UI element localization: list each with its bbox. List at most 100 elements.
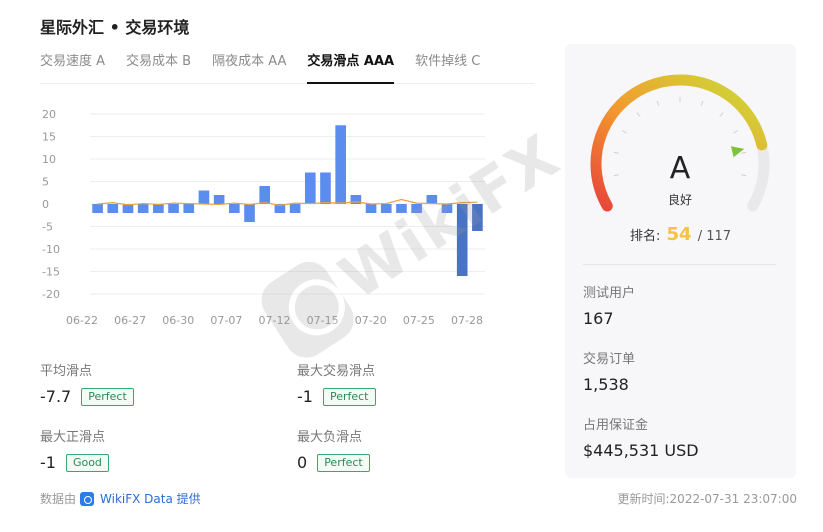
- metric-label: 最大负滑点: [297, 430, 363, 445]
- stat-label: 占用保证金: [583, 418, 649, 433]
- metric-label: 最大正滑点: [40, 430, 106, 445]
- stat-value: $445,531 USD: [583, 441, 699, 460]
- rank-total: / 117: [697, 229, 732, 244]
- y-tick-label: 0: [42, 198, 49, 211]
- x-tick-label: 07-20: [355, 314, 387, 327]
- rating-gauge: A 良好: [590, 74, 770, 212]
- bar: [213, 195, 225, 204]
- bar: [380, 204, 392, 213]
- y-tick-label: 5: [42, 176, 49, 189]
- status-badge: Perfect: [81, 387, 134, 406]
- x-tick-label: 06-22: [66, 314, 98, 327]
- rank-label: 排名:: [629, 229, 661, 244]
- stat-value: 167: [583, 309, 614, 328]
- stat-label: 交易订单: [583, 352, 636, 367]
- x-tick-label: 07-28: [451, 314, 483, 327]
- bar: [92, 204, 103, 213]
- metric-value: 0: [297, 453, 308, 472]
- bar: [411, 204, 422, 213]
- bar: [365, 204, 377, 213]
- metric-value: -7.7: [40, 387, 72, 406]
- bar: [244, 204, 255, 222]
- gauge-fill: [590, 74, 768, 212]
- status-badge: Perfect: [317, 453, 370, 472]
- gauge-tick: [700, 100, 704, 106]
- y-tick-label: 10: [42, 153, 56, 166]
- x-tick-label: 07-07: [210, 314, 242, 327]
- stat-value: 1,538: [583, 375, 629, 394]
- bar: [198, 190, 210, 204]
- metric-max-slippage: 最大交易滑点 -1 Perfect: [297, 360, 376, 406]
- tab-trade-speed[interactable]: 交易速度 A: [40, 52, 105, 84]
- rank-row: 排名: 54 / 117: [565, 224, 796, 245]
- gauge-tick: [621, 130, 627, 134]
- gauge-tick: [740, 151, 747, 154]
- metric-max-positive: 最大正滑点 -1 Good: [40, 426, 109, 472]
- bar: [259, 186, 271, 204]
- metric-value: -1: [40, 453, 56, 472]
- gauge-pointer-icon: [730, 146, 745, 158]
- bar: [168, 204, 179, 213]
- y-tick-label: -5: [42, 221, 53, 234]
- tab-overnight-cost[interactable]: 隔夜成本 AA: [212, 52, 286, 84]
- bar: [320, 172, 331, 204]
- page-title: 星际外汇 • 交易环境: [40, 18, 190, 37]
- metric-label: 平均滑点: [40, 364, 93, 379]
- metric-max-negative: 最大负滑点 0 Perfect: [297, 426, 370, 472]
- stat-label: 测试用户: [583, 286, 636, 301]
- status-badge: Good: [65, 453, 109, 472]
- bar: [107, 204, 119, 213]
- y-tick-label: -15: [42, 266, 60, 279]
- gauge-tick: [636, 112, 641, 117]
- tab-trade-cost[interactable]: 交易成本 B: [126, 52, 191, 84]
- stat-test-users: 测试用户 167: [583, 282, 635, 328]
- gauge-tick: [740, 174, 747, 177]
- gauge-tick: [719, 112, 724, 117]
- bar: [289, 204, 301, 213]
- grade-text: 良好: [668, 192, 692, 207]
- stat-orders: 交易订单 1,538: [583, 348, 635, 394]
- metric-avg-slippage: 平均滑点 -7.7 Perfect: [40, 360, 134, 406]
- bar: [335, 125, 346, 204]
- bar: [472, 204, 483, 231]
- x-tick-label: 07-15: [307, 314, 339, 327]
- bar: [426, 195, 438, 204]
- data-source: 数据由 WikiFX Data 提供: [40, 490, 201, 507]
- source-brand-link[interactable]: WikiFX Data 提供: [100, 490, 201, 507]
- rank-value: 54: [666, 224, 692, 245]
- x-tick-label: 07-25: [403, 314, 435, 327]
- tab-disconnect[interactable]: 软件掉线 C: [415, 52, 480, 84]
- bar: [456, 204, 468, 276]
- bar: [137, 204, 149, 213]
- gauge-tick: [613, 174, 620, 177]
- x-tick-label: 06-30: [162, 314, 194, 327]
- metric-value: -1: [297, 387, 313, 406]
- bar: [183, 204, 195, 213]
- tab-bar: 交易速度 A 交易成本 B 隔夜成本 AA 交易滑点 AAA 软件掉线 C: [40, 52, 534, 84]
- y-tick-label: 15: [42, 131, 56, 144]
- rating-card: A 良好 排名: 54 / 117 测试用户 167 交易订单 1,538 占用…: [565, 44, 796, 478]
- y-tick-label: -10: [42, 243, 60, 256]
- gauge-tick: [733, 130, 739, 134]
- bar: [229, 204, 240, 213]
- tab-slippage[interactable]: 交易滑点 AAA: [307, 52, 395, 84]
- y-tick-label: -20: [42, 288, 60, 301]
- gauge-tick: [613, 151, 620, 154]
- bar: [396, 204, 407, 213]
- source-prefix: 数据由: [40, 492, 77, 506]
- bar: [153, 204, 164, 213]
- stat-margin: 占用保证金 $445,531 USD: [583, 414, 699, 460]
- grade-letter: A: [670, 151, 691, 186]
- x-tick-label: 06-27: [114, 314, 146, 327]
- x-tick-label: 07-12: [259, 314, 291, 327]
- wikifx-logo-icon: [80, 491, 95, 506]
- gauge-tick: [656, 100, 660, 106]
- slippage-chart: 20 15 10 5 0 -5 -10 -15 -20 06-22 06-27 06-30 07-07 0…: [42, 108, 485, 327]
- status-badge: Perfect: [322, 387, 376, 406]
- y-tick-label: 20: [42, 108, 56, 121]
- bar: [304, 172, 316, 204]
- metric-label: 最大交易滑点: [297, 364, 376, 379]
- divider: [583, 264, 776, 265]
- update-time: 更新时间:2022-07-31 23:07:00: [617, 492, 798, 506]
- bar: [441, 204, 453, 213]
